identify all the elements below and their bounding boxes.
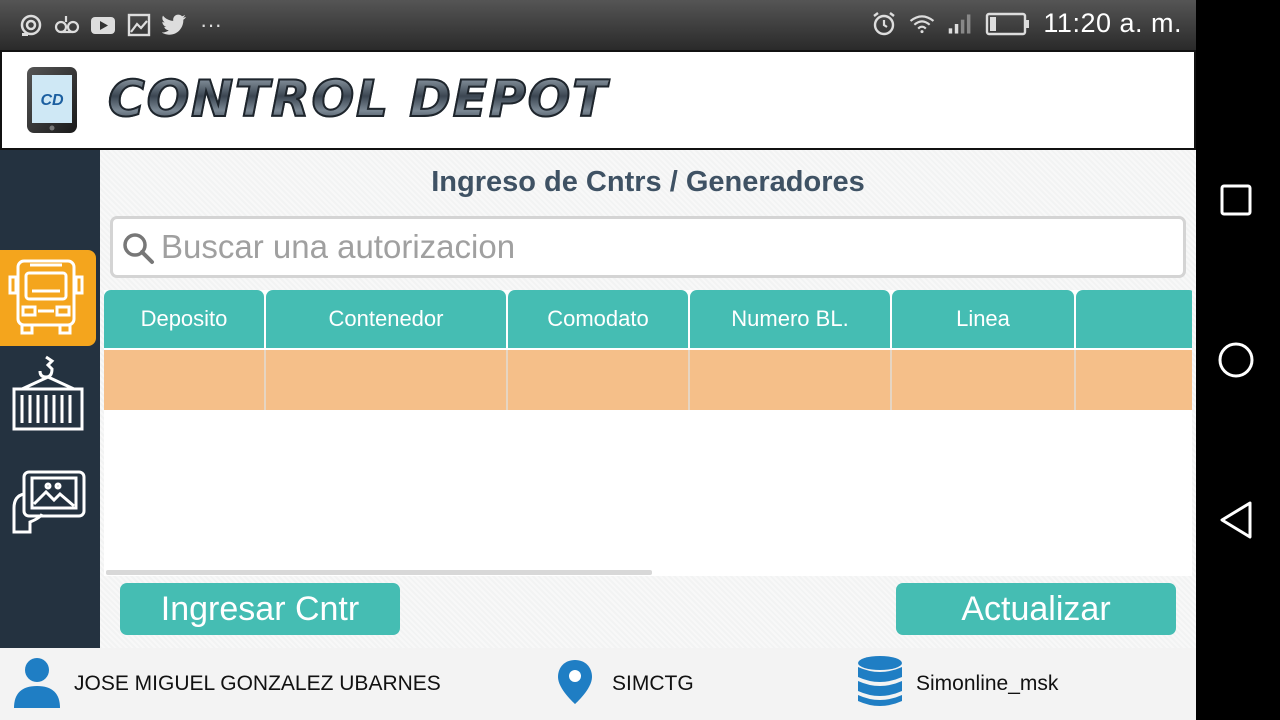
footer-user: JOSE MIGUEL GONZALEZ UBARNES	[12, 648, 441, 720]
system-icons: 11:20 a. m.	[871, 8, 1182, 39]
column-header-numero-bl[interactable]: Numero BL.	[690, 290, 890, 348]
column-header-contenedor[interactable]: Contenedor	[266, 290, 506, 348]
footer-database: Simonline_msk	[856, 648, 1058, 720]
table-cell	[508, 350, 690, 410]
action-bar: Ingresar Cntr Actualizar	[100, 578, 1196, 640]
clock-time: 11:20 a. m.	[1043, 8, 1182, 38]
footer-location: SIMCTG	[556, 648, 694, 720]
table-cell	[1076, 350, 1192, 410]
photo-tablet-icon	[8, 464, 88, 545]
database-name: Simonline_msk	[916, 672, 1059, 695]
search-input[interactable]	[161, 227, 1161, 267]
sidebar-item-photos[interactable]	[0, 456, 96, 552]
image-icon	[126, 12, 152, 38]
table-cell	[892, 350, 1076, 410]
truck-icon	[8, 255, 88, 342]
page-title: Ingreso de Cntrs / Generadores	[431, 166, 865, 198]
alarm-icon	[871, 11, 897, 37]
search-box[interactable]	[110, 216, 1186, 278]
table-cell	[690, 350, 892, 410]
ingresar-cntr-button[interactable]: Ingresar Cntr	[120, 583, 400, 635]
home-button[interactable]	[1216, 340, 1256, 380]
back-button[interactable]	[1216, 500, 1256, 540]
app-header: CD CONTROL DEPOT	[0, 50, 1196, 150]
data-table: Deposito Contenedor Comodato Numero BL. …	[104, 290, 1192, 576]
footer-info-bar: JOSE MIGUEL GONZALEZ UBARNES SIMCTG Simo…	[0, 648, 1196, 720]
twitter-icon	[162, 12, 188, 38]
actualizar-button[interactable]: Actualizar	[896, 583, 1176, 635]
sidebar-item-truck[interactable]	[0, 250, 96, 346]
android-nav-bar	[1196, 0, 1280, 720]
column-header-extra[interactable]	[1076, 290, 1192, 348]
svg-text:CD: CD	[40, 92, 64, 109]
recent-apps-button[interactable]	[1216, 180, 1256, 220]
youtube-icon	[90, 12, 116, 38]
location-pin-icon	[556, 658, 594, 711]
user-name: JOSE MIGUEL GONZALEZ UBARNES	[74, 672, 441, 695]
table-cell	[266, 350, 508, 410]
user-icon	[12, 656, 62, 713]
signal-icon	[947, 11, 973, 37]
app-logo: CD	[26, 66, 78, 134]
more-icon: ···	[200, 12, 222, 37]
battery-icon	[985, 11, 1031, 37]
search-icon	[121, 231, 155, 270]
wifi-icon	[909, 11, 935, 37]
column-header-comodato[interactable]: Comodato	[508, 290, 688, 348]
sidebar	[0, 150, 100, 648]
sidebar-item-container[interactable]	[0, 346, 96, 442]
sync-icon	[18, 12, 44, 38]
horizontal-scrollbar[interactable]	[106, 570, 652, 575]
notification-icons: ···	[18, 12, 224, 38]
container-crane-icon	[8, 351, 88, 438]
app-name: CONTROL DEPOT	[107, 69, 609, 129]
column-header-deposito[interactable]: Deposito	[104, 290, 264, 348]
table-cell	[104, 350, 266, 410]
database-icon	[856, 655, 904, 714]
location-name: SIMCTG	[612, 672, 694, 695]
main-content: Ingreso de Cntrs / Generadores Deposito …	[100, 150, 1196, 648]
voicemail-icon	[54, 12, 80, 38]
column-header-linea[interactable]: Linea	[892, 290, 1074, 348]
status-bar: ··· 11:20 a. m.	[0, 0, 1196, 50]
